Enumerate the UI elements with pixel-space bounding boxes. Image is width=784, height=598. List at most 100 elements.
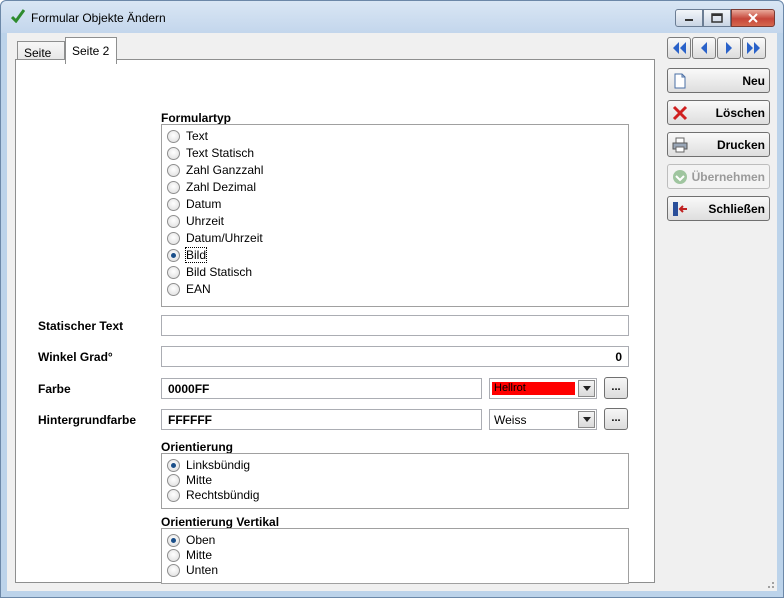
radio-button[interactable] — [167, 231, 180, 245]
radio-button-checked[interactable] — [167, 533, 180, 547]
radio-option[interactable]: Bild Statisch — [167, 264, 252, 280]
winkel-label: Winkel Grad° — [38, 350, 113, 364]
delete-icon — [672, 105, 688, 121]
print-button-label: Drucken — [716, 138, 765, 152]
next-record-button[interactable] — [717, 37, 741, 59]
last-record-icon — [747, 42, 760, 54]
radio-option[interactable]: Rechtsbündig — [167, 487, 259, 503]
farbe-dropdown-value: Hellrot — [492, 382, 575, 395]
apply-button[interactable]: Übernehmen — [667, 164, 770, 189]
radio-option[interactable]: Zahl Dezimal — [167, 179, 256, 195]
new-document-icon — [674, 73, 686, 89]
radio-button[interactable] — [167, 163, 180, 177]
radio-option[interactable]: Mitte — [167, 547, 212, 563]
radio-option[interactable]: Datum — [167, 196, 221, 212]
radio-label: Mitte — [186, 548, 213, 562]
radio-option[interactable]: Text — [167, 128, 208, 144]
radio-option[interactable]: Datum/Uhrzeit — [167, 230, 263, 246]
delete-button[interactable]: Löschen — [667, 100, 770, 125]
maximize-icon — [711, 13, 723, 23]
window-title: Formular Objekte Ändern — [31, 11, 166, 25]
radio-option[interactable]: EAN — [167, 281, 211, 297]
radio-button[interactable] — [167, 265, 180, 279]
print-button[interactable]: Drucken — [667, 132, 770, 157]
first-record-button[interactable] — [667, 37, 691, 59]
radio-button[interactable] — [167, 146, 180, 160]
printer-icon — [672, 137, 688, 153]
hintergrundfarbe-picker-button[interactable]: ... — [604, 408, 628, 430]
previous-record-icon — [701, 42, 707, 54]
hintergrundfarbe-input[interactable] — [161, 409, 482, 430]
close-button[interactable] — [731, 9, 775, 27]
radio-option[interactable]: Mitte — [167, 472, 212, 488]
previous-record-button[interactable] — [692, 37, 716, 59]
radio-option[interactable]: Uhrzeit — [167, 213, 224, 229]
orientierung-group: Linksbündig Mitte Rechtsbündig — [161, 453, 629, 509]
radio-label: Datum — [186, 197, 222, 211]
radio-label: Datum/Uhrzeit — [186, 231, 263, 245]
close-form-button[interactable]: Schließen — [667, 196, 770, 221]
radio-button[interactable] — [167, 129, 180, 143]
radio-button[interactable] — [167, 180, 180, 194]
radio-option-selected[interactable]: Oben — [167, 532, 215, 548]
resize-grip-icon[interactable] — [765, 579, 775, 589]
radio-button-checked[interactable] — [167, 248, 180, 262]
radio-option[interactable]: Text Statisch — [167, 145, 254, 161]
hintergrundfarbe-dropdown-value: Weiss — [494, 412, 527, 427]
exit-door-icon — [673, 202, 687, 216]
hintergrundfarbe-label: Hintergrundfarbe — [38, 413, 137, 427]
orientierung-label: Orientierung — [161, 440, 234, 454]
new-button-label: Neu — [742, 74, 765, 88]
radio-label: Oben — [186, 533, 216, 547]
farbe-picker-button[interactable]: ... — [604, 377, 628, 399]
first-record-icon — [673, 42, 686, 54]
minimize-button[interactable] — [675, 9, 703, 27]
chevron-down-icon — [582, 417, 591, 422]
winkel-input[interactable] — [161, 346, 629, 367]
radio-label: Rechtsbündig — [186, 488, 260, 502]
radio-label: Zahl Dezimal — [186, 180, 257, 194]
radio-button[interactable] — [167, 197, 180, 211]
radio-label: Text Statisch — [186, 146, 255, 160]
radio-label: Linksbündig — [186, 458, 251, 472]
apply-button-label: Übernehmen — [691, 170, 765, 184]
tab-seite-2[interactable]: Seite 2 — [65, 37, 117, 64]
radio-button-checked[interactable] — [167, 458, 180, 472]
statischer-text-input[interactable] — [161, 315, 629, 336]
farbe-dropdown[interactable]: Hellrot — [489, 378, 597, 399]
dropdown-arrow[interactable] — [578, 411, 595, 428]
radio-button[interactable] — [167, 563, 180, 577]
close-icon — [748, 13, 758, 23]
hintergrundfarbe-dropdown[interactable]: Weiss — [489, 409, 597, 430]
radio-label: Bild Statisch — [186, 265, 253, 279]
close-form-button-label: Schließen — [708, 202, 765, 216]
farbe-input[interactable] — [161, 378, 482, 399]
maximize-button[interactable] — [703, 9, 731, 27]
radio-label: Unten — [186, 563, 219, 577]
radio-button[interactable] — [167, 488, 180, 502]
radio-button[interactable] — [167, 473, 180, 487]
delete-button-label: Löschen — [715, 106, 765, 120]
radio-button[interactable] — [167, 214, 180, 228]
minimize-icon — [685, 19, 693, 21]
radio-button[interactable] — [167, 548, 180, 562]
last-record-button[interactable] — [742, 37, 766, 59]
title-bar[interactable]: Formular Objekte Ändern — [1, 1, 783, 33]
checkmark-icon — [11, 9, 25, 23]
window: Formular Objekte Ändern Seite 1 Seite 2 … — [0, 0, 784, 598]
next-record-icon — [726, 42, 732, 54]
radio-label: Text — [186, 129, 209, 143]
dropdown-arrow[interactable] — [578, 380, 595, 397]
statischer-text-label: Statischer Text — [38, 319, 124, 333]
client-area: Seite 1 Seite 2 Formulartyp Text Text St… — [7, 33, 777, 591]
new-button[interactable]: Neu — [667, 68, 770, 93]
radio-option-selected[interactable]: Bild — [167, 247, 208, 263]
radio-label: Zahl Ganzzahl — [186, 163, 264, 177]
radio-button[interactable] — [167, 282, 180, 296]
radio-option[interactable]: Unten — [167, 562, 218, 578]
apply-icon — [673, 170, 687, 184]
radio-label: Mitte — [186, 473, 213, 487]
radio-option-selected[interactable]: Linksbündig — [167, 457, 250, 473]
radio-option[interactable]: Zahl Ganzzahl — [167, 162, 263, 178]
orientierung-vertikal-label: Orientierung Vertikal — [161, 515, 280, 529]
